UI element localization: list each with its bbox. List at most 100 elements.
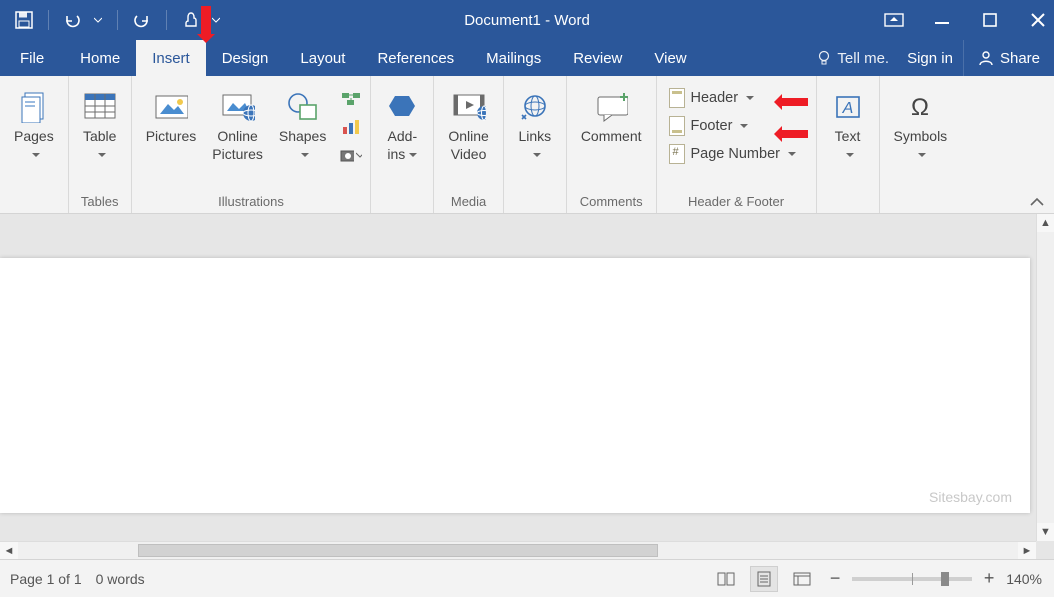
redo-icon[interactable] [132, 10, 152, 30]
zoom-slider[interactable] [852, 577, 972, 581]
web-layout-icon [793, 572, 811, 586]
group-illustrations: Pictures Online Pictures Shapes [132, 76, 372, 213]
online-video-icon [452, 90, 486, 124]
shapes-label: Shapes [279, 128, 326, 144]
close-icon[interactable] [1028, 10, 1048, 30]
chart-button[interactable] [340, 116, 362, 138]
comment-label: Comment [581, 128, 642, 144]
header-label: Header [691, 90, 739, 106]
page-number-label: Page Number [691, 146, 780, 162]
group-symbols: Ω Symbols [880, 76, 962, 213]
tables-group-label: Tables [77, 192, 123, 211]
tab-design[interactable]: Design [206, 40, 285, 76]
symbols-button[interactable]: Ω Symbols [888, 80, 954, 163]
read-mode-button[interactable] [712, 566, 740, 592]
collapse-ribbon-button[interactable] [1030, 197, 1044, 207]
zoom-slider-knob[interactable] [941, 572, 949, 586]
shapes-icon [286, 90, 320, 124]
group-links: Links [504, 76, 567, 213]
links-label: Links [518, 128, 551, 144]
page-number-icon [669, 144, 685, 164]
ribbon-display-options-icon[interactable] [884, 10, 904, 30]
tab-file[interactable]: File [0, 40, 64, 76]
scroll-left-arrow-icon[interactable]: ◄ [0, 542, 18, 559]
tell-me-search[interactable]: Tell me. [809, 40, 897, 76]
svg-text:Ω: Ω [911, 94, 929, 121]
save-icon[interactable] [14, 10, 34, 30]
vertical-scrollbar[interactable]: ▲ ▼ [1036, 214, 1054, 541]
scroll-down-arrow-icon[interactable]: ▼ [1037, 523, 1054, 541]
smartart-button[interactable] [340, 88, 362, 110]
group-comments: Comment Comments [567, 76, 657, 213]
document-page[interactable] [0, 258, 1030, 513]
comment-button[interactable]: Comment [575, 80, 648, 146]
footer-icon [669, 116, 685, 136]
print-layout-button[interactable] [750, 566, 778, 592]
table-button[interactable]: Table [77, 80, 123, 163]
comment-icon [594, 90, 628, 124]
screenshot-button[interactable] [340, 144, 362, 166]
header-button[interactable]: Header [665, 86, 800, 110]
tab-view[interactable]: View [638, 40, 702, 76]
qat-customize-dropdown-icon[interactable] [211, 10, 221, 30]
online-video-button[interactable]: Online Video [442, 80, 494, 163]
shapes-button[interactable]: Shapes [273, 80, 332, 163]
pages-button[interactable]: Pages [8, 80, 60, 163]
text-button[interactable]: A Text [825, 80, 871, 163]
zoom-level[interactable]: 140% [1006, 571, 1042, 587]
horizontal-scrollbar[interactable]: ◄ ► [0, 541, 1036, 559]
undo-icon[interactable] [63, 10, 83, 30]
comments-group-label: Comments [575, 192, 648, 211]
group-tables: Table Tables [69, 76, 132, 213]
tab-home[interactable]: Home [64, 40, 136, 76]
tab-layout[interactable]: Layout [284, 40, 361, 76]
online-pictures-button[interactable]: Online Pictures [206, 80, 269, 163]
tab-mailings[interactable]: Mailings [470, 40, 557, 76]
group-header-footer: Header Footer Page Number Header & Foote… [657, 76, 817, 213]
web-layout-button[interactable] [788, 566, 816, 592]
ribbon-insert: Pages Table Tables Pictures [0, 76, 1054, 214]
window-title: Document1 - Word [464, 12, 590, 29]
zoom-out-button[interactable]: − [826, 568, 844, 589]
text-label: Text [835, 128, 861, 144]
tab-insert[interactable]: Insert [136, 40, 206, 76]
quick-access-toolbar [0, 10, 221, 30]
maximize-icon[interactable] [980, 10, 1000, 30]
scroll-up-arrow-icon[interactable]: ▲ [1037, 214, 1054, 232]
tab-review[interactable]: Review [557, 40, 638, 76]
scroll-right-arrow-icon[interactable]: ► [1018, 542, 1036, 559]
online-pictures-label: Online Pictures [212, 128, 263, 163]
chart-icon [342, 119, 360, 135]
page-number-button[interactable]: Page Number [665, 142, 800, 166]
links-button[interactable]: Links [512, 80, 558, 163]
media-group-label: Media [442, 192, 494, 211]
footer-label: Footer [691, 118, 733, 134]
status-bar: Page 1 of 1 0 words − + 140% [0, 559, 1054, 597]
smartart-icon [341, 91, 361, 107]
undo-dropdown-icon[interactable] [93, 10, 103, 30]
share-person-icon [978, 50, 994, 66]
status-words[interactable]: 0 words [96, 571, 145, 587]
status-page[interactable]: Page 1 of 1 [10, 571, 82, 587]
pictures-button[interactable]: Pictures [140, 80, 203, 146]
addins-button[interactable]: Add- ins [379, 80, 425, 163]
sign-in-link[interactable]: Sign in [897, 40, 963, 76]
group-text: A Text [817, 76, 880, 213]
horizontal-scrollbar-thumb[interactable] [138, 544, 658, 557]
tab-references[interactable]: References [361, 40, 470, 76]
zoom-in-button[interactable]: + [980, 568, 998, 589]
minimize-icon[interactable] [932, 10, 952, 30]
touch-mouse-mode-icon[interactable] [181, 10, 201, 30]
ribbon-tabs: File Home Insert Design Layout Reference… [0, 40, 1054, 76]
svg-text:A: A [841, 100, 853, 117]
online-pictures-icon [221, 90, 255, 124]
document-area: Sitesbay.com ▲ ▼ ◄ ► [0, 214, 1054, 559]
header-footer-group-label: Header & Footer [665, 192, 808, 211]
footer-button[interactable]: Footer [665, 114, 800, 138]
online-video-label: Online Video [448, 128, 488, 163]
tell-me-label: Tell me. [837, 50, 889, 67]
pages-icon [17, 90, 51, 124]
pictures-icon [154, 90, 188, 124]
group-media: Online Video Media [434, 76, 503, 213]
share-button[interactable]: Share [963, 40, 1054, 76]
